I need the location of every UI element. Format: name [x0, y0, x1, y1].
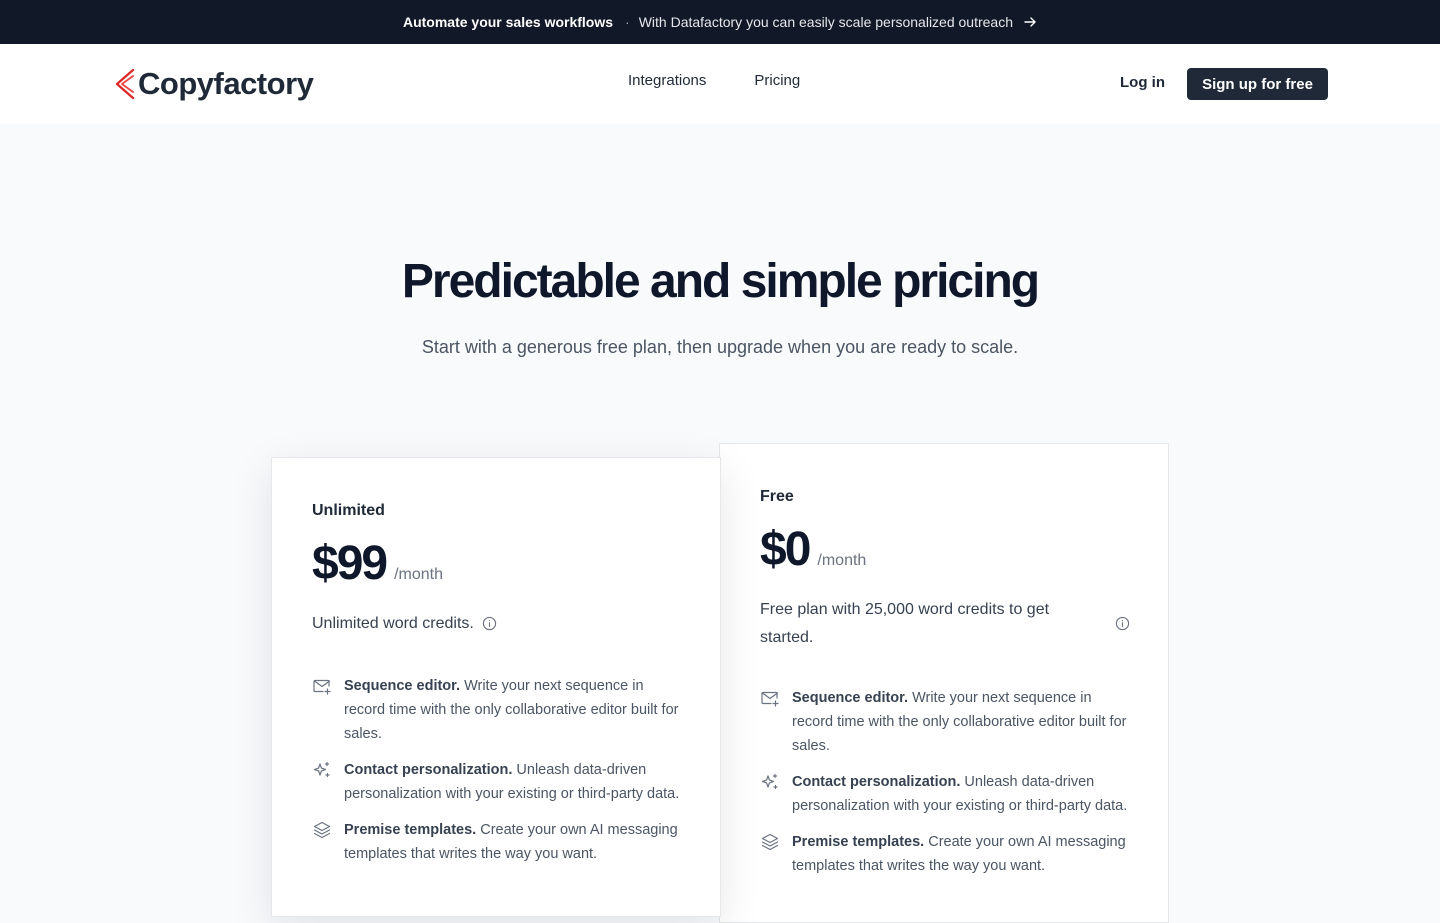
plan-name: Free	[760, 488, 794, 505]
card-content: Unlimited $99 /month Unlimited word cred…	[312, 502, 682, 878]
feature-list: Sequence editor. Write your next sequenc…	[760, 686, 1130, 878]
list-item: Premise templates. Create your own AI me…	[760, 830, 1130, 878]
list-item: Contact personalization. Unleash data-dr…	[312, 758, 682, 806]
signup-button[interactable]: Sign up for free	[1187, 68, 1328, 100]
mail-plus-icon	[312, 676, 332, 696]
mail-plus-icon	[760, 688, 780, 708]
feature-text: Contact personalization. Unleash data-dr…	[792, 770, 1130, 818]
feature-text: Premise templates. Create your own AI me…	[344, 818, 682, 866]
price-period: /month	[394, 566, 444, 583]
sparkles-icon	[760, 772, 780, 792]
feature-title: Premise templates.	[344, 822, 477, 838]
announcement-title: Automate your sales workflows	[402, 14, 614, 30]
layers-icon	[760, 832, 780, 852]
feature-title: Premise templates.	[792, 834, 925, 850]
nav-link-integrations[interactable]: Integrations	[628, 72, 706, 89]
list-item: Sequence editor. Write your next sequenc…	[312, 674, 682, 746]
plan-name: Unlimited	[312, 502, 385, 519]
arrow-right-icon[interactable]	[1023, 15, 1037, 29]
layers-icon	[312, 820, 332, 840]
list-item: Sequence editor. Write your next sequenc…	[760, 686, 1130, 758]
card-content: Free $0 /month Free plan with 25,000 wor…	[760, 488, 1130, 890]
plan-description-row: Unlimited word credits.	[312, 610, 682, 638]
logo[interactable]: Copyfactory	[114, 66, 314, 102]
plan-price: $99	[312, 537, 388, 590]
price-period: /month	[817, 552, 867, 569]
price-row: $99 /month	[312, 536, 682, 592]
info-icon[interactable]	[1115, 616, 1130, 631]
nav-links: Integrations Pricing	[628, 72, 800, 89]
announcement-bar[interactable]: Automate your sales workflows · With Dat…	[0, 0, 1440, 44]
login-link[interactable]: Log in	[1120, 74, 1165, 91]
list-item: Contact personalization. Unleash data-dr…	[760, 770, 1130, 818]
feature-text: Sequence editor. Write your next sequenc…	[344, 674, 682, 746]
feature-title: Sequence editor.	[344, 678, 461, 694]
page-title: Predictable and simple pricing	[401, 255, 1040, 308]
feature-text: Sequence editor. Write your next sequenc…	[792, 686, 1130, 758]
logo-text: Copyfactory	[138, 66, 314, 101]
nav-link-pricing[interactable]: Pricing	[754, 72, 800, 89]
page-subtitle: Start with a generous free plan, then up…	[421, 337, 1019, 357]
feature-title: Sequence editor.	[792, 690, 909, 706]
plan-description-row: Free plan with 25,000 word credits to ge…	[760, 596, 1130, 652]
feature-title: Contact personalization.	[792, 774, 961, 790]
feature-title: Contact personalization.	[344, 762, 513, 778]
announcement-separator: ·	[625, 14, 630, 30]
price-row: $0 /month	[760, 522, 1130, 578]
plan-description: Free plan with 25,000 word credits to ge…	[760, 601, 1050, 646]
pricing-card-free: Free $0 /month Free plan with 25,000 wor…	[719, 443, 1169, 923]
info-icon[interactable]	[482, 616, 497, 631]
announcement-message: With Datafactory you can easily scale pe…	[638, 14, 1014, 30]
feature-text: Contact personalization. Unleash data-dr…	[344, 758, 682, 806]
pricing-card-unlimited: Unlimited $99 /month Unlimited word cred…	[271, 457, 721, 917]
sparkles-icon	[312, 760, 332, 780]
list-item: Premise templates. Create your own AI me…	[312, 818, 682, 866]
plan-description: Unlimited word credits.	[312, 615, 474, 632]
logo-chevron-icon	[114, 68, 136, 100]
feature-text: Premise templates. Create your own AI me…	[792, 830, 1130, 878]
plan-price: $0	[760, 523, 811, 576]
feature-list: Sequence editor. Write your next sequenc…	[312, 674, 682, 866]
top-nav: Copyfactory Integrations Pricing Log in …	[0, 44, 1440, 124]
